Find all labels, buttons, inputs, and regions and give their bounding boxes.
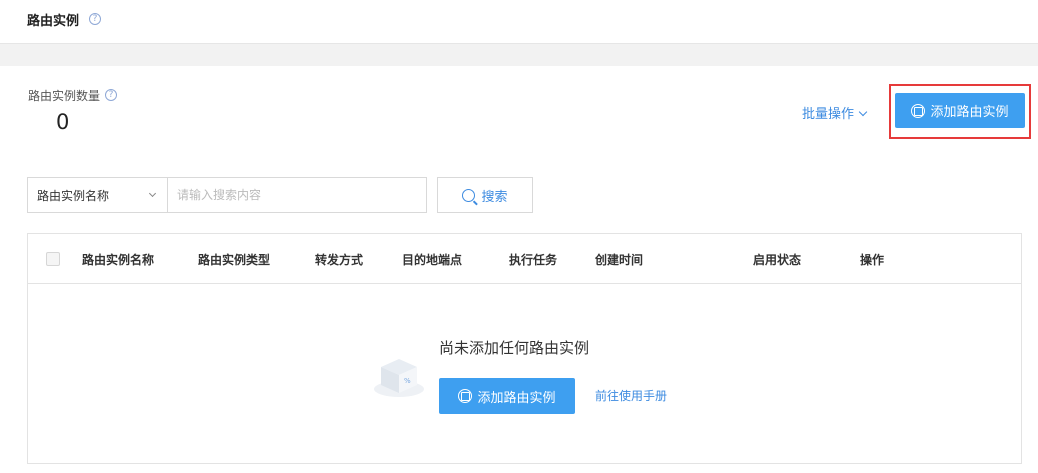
column-header-destination[interactable]: 目的地端点 [402,251,462,268]
table-header: 路由实例名称 路由实例类型 转发方式 目的地端点 执行任务 创建时间 启用状态 … [28,234,1021,284]
page-header: 路由实例 ? [0,0,1038,44]
search-field-value: 路由实例名称 [37,189,110,203]
add-instance-icon [458,389,473,403]
instance-count-value: 0 [56,110,70,134]
column-header-status[interactable]: 启用状态 [753,251,801,268]
page-title: 路由实例 [27,14,80,29]
column-header-name[interactable]: 路由实例名称 [82,251,154,268]
empty-state-message: 尚未添加任何路由实例 [439,339,590,357]
chevron-down-icon [858,107,868,117]
search-input[interactable] [167,177,427,213]
batch-operations-dropdown[interactable]: 批量操作 [802,103,868,122]
add-route-instance-empty-button[interactable]: 添加路由实例 [439,378,575,414]
batch-operations-label: 批量操作 [802,107,855,122]
add-route-instance-label: 添加路由实例 [930,104,1009,119]
search-field-select[interactable]: 路由实例名称 [27,177,168,213]
search-button-label: 搜索 [481,188,508,204]
search-button[interactable]: 搜索 [437,177,533,213]
svg-text:%: % [404,377,411,385]
search-icon [462,188,476,202]
user-manual-link[interactable]: 前往使用手册 [595,387,667,404]
add-instance-icon [911,103,926,118]
route-instance-table: 路由实例名称 路由实例类型 转发方式 目的地端点 执行任务 创建时间 启用状态 … [27,233,1022,464]
column-header-type[interactable]: 路由实例类型 [198,251,270,268]
instance-count-label: 路由实例数量 [28,89,101,103]
column-header-created[interactable]: 创建时间 [595,251,643,268]
help-icon[interactable]: ? [89,13,101,25]
main-content: 路由实例名称 搜索 路由实例名称 路由实例类型 转发方式 目的地端点 执行任务 … [0,157,1038,473]
add-route-instance-empty-label: 添加路由实例 [477,389,556,405]
count-help-icon[interactable]: ? [105,89,117,101]
column-header-task[interactable]: 执行任务 [509,251,557,268]
chevron-down-icon [148,189,157,198]
add-route-instance-button[interactable]: 添加路由实例 [895,93,1025,128]
column-header-actions[interactable]: 操作 [860,251,884,268]
summary-panel: 路由实例数量 ? 0 批量操作 添加路由实例 [0,66,1038,157]
select-all-checkbox[interactable] [46,252,60,266]
column-header-forwarding[interactable]: 转发方式 [315,251,363,268]
empty-box-illustration: % [374,359,424,397]
